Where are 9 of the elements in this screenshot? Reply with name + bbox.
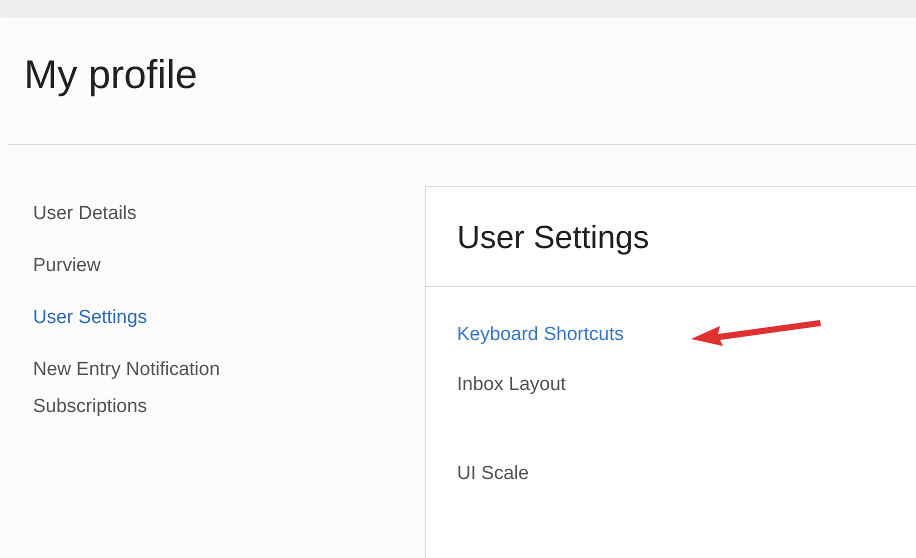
card-title: User Settings [457, 218, 650, 257]
sidebar-item[interactable]: Purview [33, 247, 293, 284]
sidebar-item[interactable]: User Details [33, 195, 293, 232]
settings-link[interactable]: Keyboard Shortcuts [457, 321, 624, 350]
page-title: My profile [24, 52, 198, 99]
sidebar-item[interactable]: New Entry Notification Subscriptions [33, 351, 293, 425]
setting-label: Inbox Layout [457, 372, 566, 396]
setting-label: UI Scale [457, 462, 529, 486]
sidebar-item[interactable]: User Settings [33, 299, 293, 336]
